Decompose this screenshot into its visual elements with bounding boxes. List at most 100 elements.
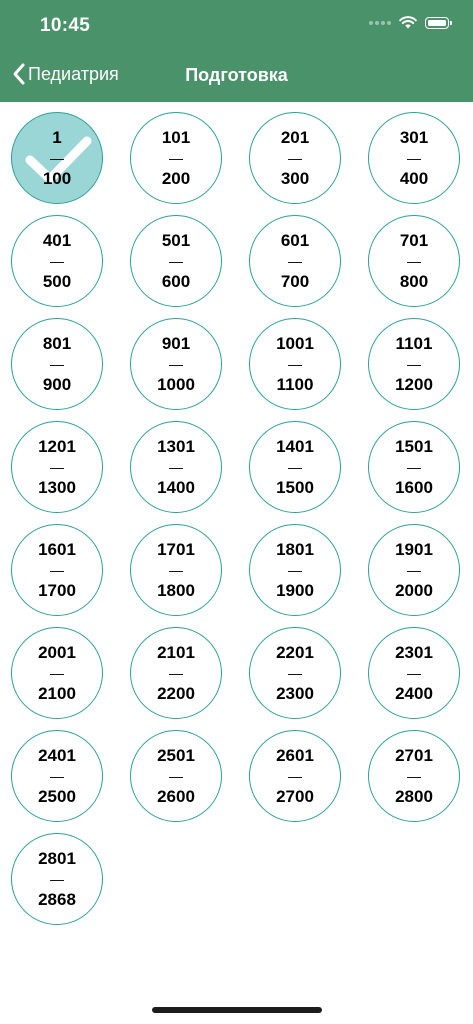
- range-end: 800: [399, 272, 429, 291]
- range-start: 1001: [276, 334, 314, 353]
- range-start: 2501: [157, 746, 195, 765]
- range-start: 1801: [276, 540, 314, 559]
- range-button[interactable]: 1301 — 1400: [130, 421, 222, 513]
- range-button[interactable]: 2001 — 2100: [11, 627, 103, 719]
- range-button[interactable]: 501 — 600: [130, 215, 222, 307]
- range-separator: —: [169, 356, 183, 372]
- range-end: 1400: [157, 478, 195, 497]
- range-start: 1401: [276, 437, 314, 456]
- range-separator: —: [50, 562, 64, 578]
- range-start: 1701: [157, 540, 195, 559]
- range-end: 1500: [276, 478, 314, 497]
- range-start: 201: [280, 128, 310, 147]
- range-separator: —: [288, 665, 302, 681]
- range-end: 2100: [38, 684, 76, 703]
- range-end: 1900: [276, 581, 314, 600]
- range-separator: —: [288, 459, 302, 475]
- navigation-header: 10:45 Педиатрия Подготовка: [0, 0, 473, 102]
- range-button[interactable]: 1501 — 1600: [368, 421, 460, 513]
- range-separator: —: [407, 665, 421, 681]
- range-button[interactable]: 1201 — 1300: [11, 421, 103, 513]
- range-button[interactable]: 1101 — 1200: [368, 318, 460, 410]
- range-end: 1700: [38, 581, 76, 600]
- range-end: 2000: [395, 581, 433, 600]
- wifi-icon: [399, 16, 417, 29]
- range-button[interactable]: 1401 — 1500: [249, 421, 341, 513]
- range-end: 2700: [276, 787, 314, 806]
- range-end: 400: [399, 169, 429, 188]
- range-start: 1201: [38, 437, 76, 456]
- range-end: 600: [161, 272, 191, 291]
- range-start: 1601: [38, 540, 76, 559]
- range-start: 2101: [157, 643, 195, 662]
- range-end: 2300: [276, 684, 314, 703]
- range-separator: —: [288, 253, 302, 269]
- range-button[interactable]: 2301 — 2400: [368, 627, 460, 719]
- range-end: 2200: [157, 684, 195, 703]
- range-start: 101: [161, 128, 191, 147]
- range-button[interactable]: 701 — 800: [368, 215, 460, 307]
- range-separator: —: [50, 768, 64, 784]
- range-start: 2001: [38, 643, 76, 662]
- range-button[interactable]: 1701 — 1800: [130, 524, 222, 616]
- range-button[interactable]: 901 — 1000: [130, 318, 222, 410]
- range-separator: —: [169, 562, 183, 578]
- range-separator: —: [169, 665, 183, 681]
- range-button[interactable]: 801 — 900: [11, 318, 103, 410]
- range-button[interactable]: 2501 — 2600: [130, 730, 222, 822]
- range-end: 200: [161, 169, 191, 188]
- range-button[interactable]: 1 — 100: [11, 112, 103, 204]
- range-button[interactable]: 2601 — 2700: [249, 730, 341, 822]
- range-start: 1: [52, 128, 62, 147]
- range-separator: —: [288, 768, 302, 784]
- range-button[interactable]: 2701 — 2800: [368, 730, 460, 822]
- status-bar-icons: [369, 16, 452, 29]
- range-separator: —: [288, 356, 302, 372]
- range-button[interactable]: 1801 — 1900: [249, 524, 341, 616]
- range-start: 301: [399, 128, 429, 147]
- range-button[interactable]: 101 — 200: [130, 112, 222, 204]
- range-end: 1000: [157, 375, 195, 394]
- range-start: 701: [399, 231, 429, 250]
- range-button[interactable]: 2201 — 2300: [249, 627, 341, 719]
- cellular-signal-icon: [369, 20, 391, 25]
- range-separator: —: [288, 150, 302, 166]
- range-separator: —: [407, 253, 421, 269]
- range-start: 2601: [276, 746, 314, 765]
- range-end: 100: [42, 169, 72, 188]
- range-button[interactable]: 2401 — 2500: [11, 730, 103, 822]
- range-button[interactable]: 1001 — 1100: [249, 318, 341, 410]
- range-start: 1501: [395, 437, 433, 456]
- range-start: 501: [161, 231, 191, 250]
- range-button[interactable]: 2801 — 2868: [11, 833, 103, 925]
- range-separator: —: [169, 150, 183, 166]
- range-grid: 1 — 100 101 — 200 201 — 300 301 — 400 401 — 500 501 — 600…: [11, 112, 463, 925]
- range-button[interactable]: 1901 — 2000: [368, 524, 460, 616]
- range-start: 901: [161, 334, 191, 353]
- range-start: 1901: [395, 540, 433, 559]
- range-end: 1200: [395, 375, 433, 394]
- range-end: 500: [42, 272, 72, 291]
- range-button[interactable]: 2101 — 2200: [130, 627, 222, 719]
- range-start: 601: [280, 231, 310, 250]
- range-separator: —: [50, 665, 64, 681]
- range-button[interactable]: 1601 — 1700: [11, 524, 103, 616]
- range-separator: —: [288, 562, 302, 578]
- range-button[interactable]: 401 — 500: [11, 215, 103, 307]
- range-end: 2800: [395, 787, 433, 806]
- range-button[interactable]: 601 — 700: [249, 215, 341, 307]
- range-button[interactable]: 201 — 300: [249, 112, 341, 204]
- range-separator: —: [50, 459, 64, 475]
- range-separator: —: [50, 253, 64, 269]
- range-start: 2801: [38, 849, 76, 868]
- range-separator: —: [169, 459, 183, 475]
- range-separator: —: [50, 356, 64, 372]
- range-end: 2500: [38, 787, 76, 806]
- range-end: 2400: [395, 684, 433, 703]
- range-separator: —: [407, 768, 421, 784]
- page-title: Подготовка: [185, 65, 288, 85]
- range-button[interactable]: 301 — 400: [368, 112, 460, 204]
- range-separator: —: [407, 150, 421, 166]
- range-start: 1301: [157, 437, 195, 456]
- range-separator: —: [407, 356, 421, 372]
